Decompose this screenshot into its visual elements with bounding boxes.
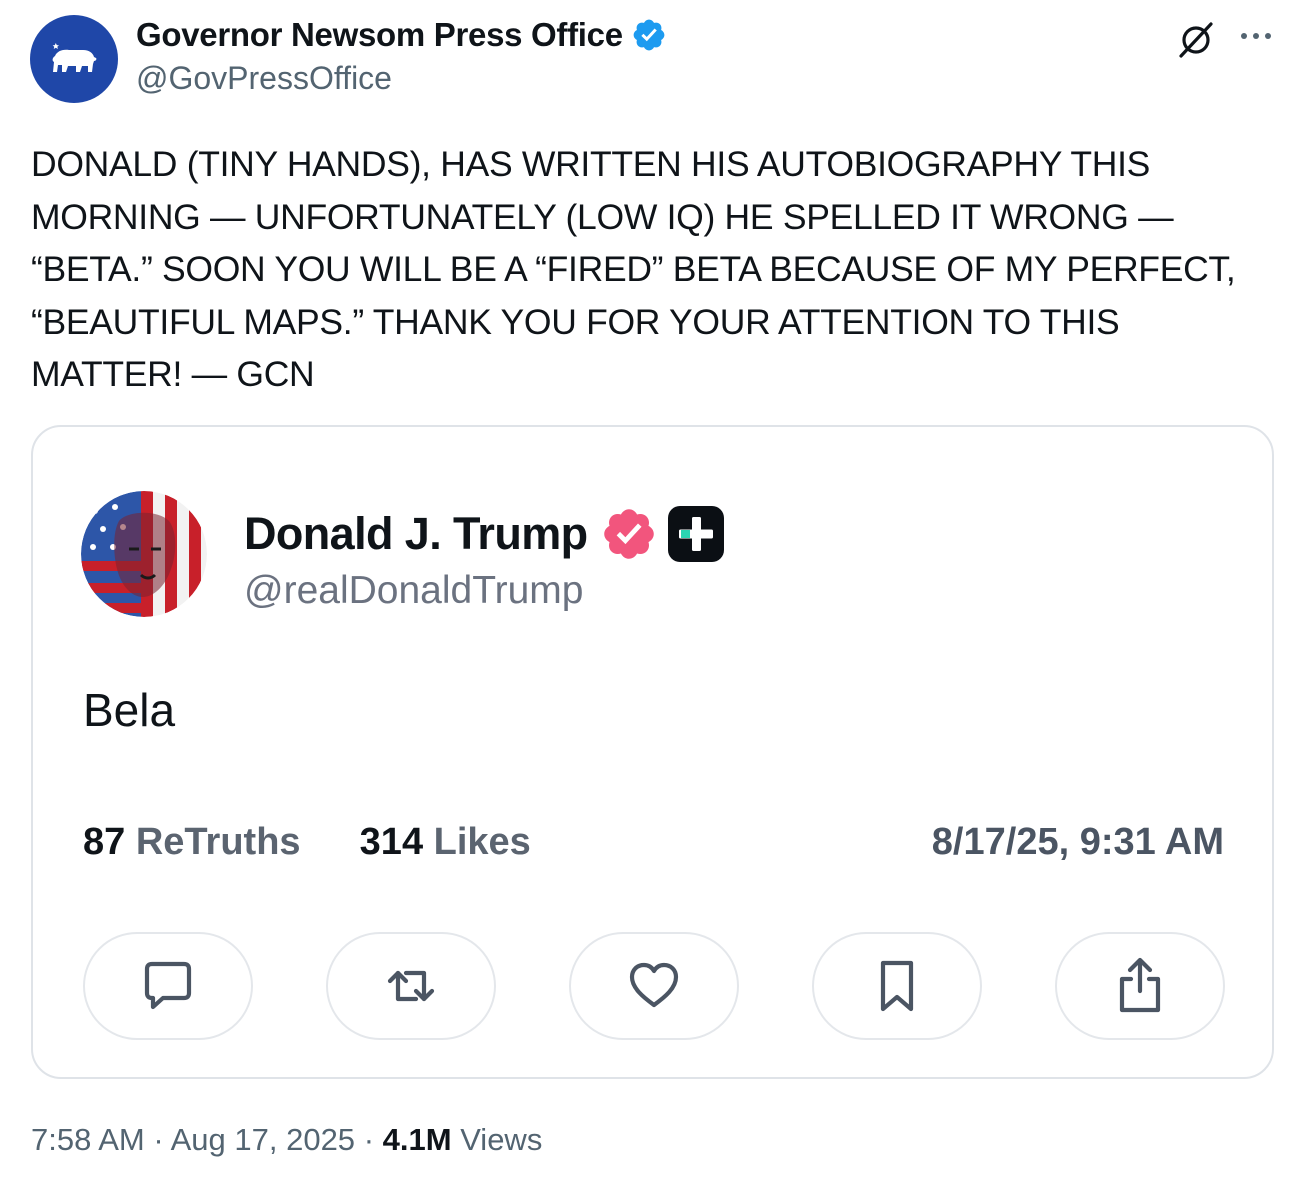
author-name-text[interactable]: Governor Newsom Press Office	[136, 16, 623, 54]
reply-button[interactable]	[83, 932, 253, 1040]
quoted-author-avatar	[81, 491, 207, 617]
views-count[interactable]: 4.1M	[383, 1122, 452, 1157]
california-bear-icon	[52, 43, 97, 72]
tweet-date[interactable]: Aug 17, 2025	[171, 1122, 355, 1157]
flag-portrait-image	[81, 491, 207, 617]
grok-icon[interactable]	[1176, 20, 1216, 60]
tweet-time[interactable]: 7:58 AM	[31, 1122, 145, 1157]
author-handle[interactable]: @GovPressOffice	[136, 60, 392, 97]
share-icon	[1119, 957, 1161, 1013]
author-name[interactable]: Governor Newsom Press Office	[136, 16, 667, 54]
quoted-author-row[interactable]: Donald J. Trump	[244, 505, 724, 563]
meta-separator-2: ·	[363, 1122, 375, 1157]
reply-icon	[144, 961, 192, 1010]
likes-count: 314	[359, 821, 424, 863]
meta-separator: ·	[153, 1122, 164, 1157]
retruths-label: ReTruths	[135, 821, 301, 863]
quoted-post-card[interactable]: Donald J. Trump @realDonaldTrump Bela 87…	[31, 425, 1274, 1079]
retruths-count: 87	[83, 821, 126, 863]
quoted-author-handle[interactable]: @realDonaldTrump	[244, 569, 583, 613]
quoted-post-actions	[83, 932, 1227, 1042]
quoted-post-stats: 87 ReTruths 314 Likes	[83, 821, 531, 864]
likes-label: Likes	[433, 821, 531, 863]
share-button[interactable]	[1055, 932, 1225, 1040]
tweet-meta: 7:58 AM · Aug 17, 2025 · 4.1M Views	[31, 1122, 542, 1158]
verified-badge-icon	[633, 19, 665, 51]
views-label: Views	[460, 1122, 543, 1157]
like-icon	[629, 962, 679, 1008]
author-avatar[interactable]	[30, 15, 118, 103]
like-button[interactable]	[569, 932, 739, 1040]
more-options-icon[interactable]	[1236, 24, 1276, 48]
quoted-post-timestamp: 8/17/25, 9:31 AM	[931, 821, 1224, 863]
quoted-post-text: Bela	[83, 684, 176, 736]
retruth-icon	[387, 970, 435, 1002]
bookmark-button[interactable]	[812, 932, 982, 1040]
quoted-author-name[interactable]: Donald J. Trump	[244, 508, 588, 560]
bookmark-icon	[880, 960, 914, 1012]
truth-verified-badge-icon	[603, 509, 654, 559]
truth-plus-icon	[667, 506, 724, 562]
tweet-text: DONALD (TINY HANDS), HAS WRITTEN HIS AUT…	[31, 144, 1236, 394]
retruth-button[interactable]	[326, 932, 496, 1040]
